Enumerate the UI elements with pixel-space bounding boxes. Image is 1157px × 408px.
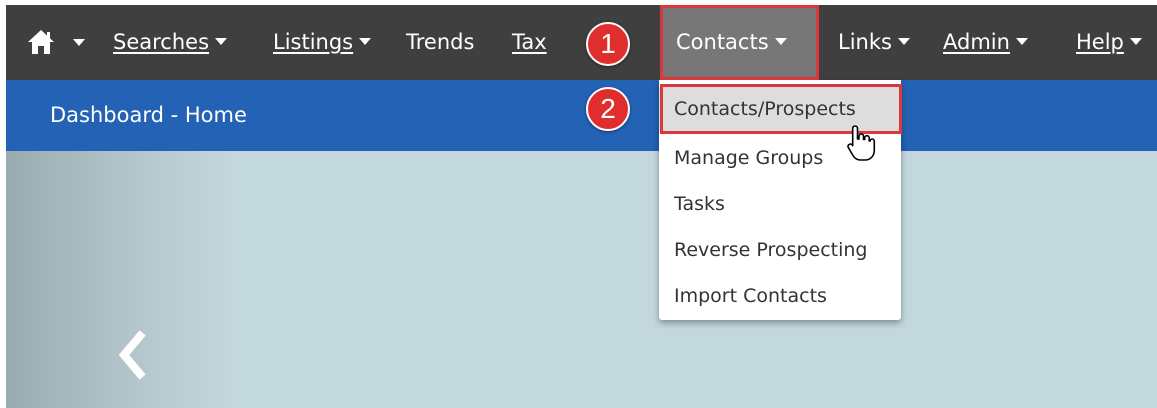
page-banner: Dashboard - Home xyxy=(6,80,1157,151)
caret-down-icon xyxy=(1129,37,1142,45)
app-frame: Searches Listings Trends Tax Contacts Li… xyxy=(6,5,1157,408)
nav-tax-label: Tax xyxy=(512,30,547,54)
nav-admin[interactable]: Admin xyxy=(943,5,1028,80)
caret-down-icon xyxy=(1015,37,1028,45)
top-nav-bar: Searches Listings Trends Tax Contacts Li… xyxy=(6,5,1157,80)
nav-tax[interactable]: Tax xyxy=(512,5,547,80)
nav-trends-label: Trends xyxy=(406,30,475,54)
caret-down-icon xyxy=(897,37,910,45)
hero-carousel xyxy=(6,151,1157,408)
caret-down-icon xyxy=(359,37,372,45)
nav-help-label: Help xyxy=(1076,30,1124,54)
nav-help[interactable]: Help xyxy=(1076,5,1142,80)
page-title: Dashboard - Home xyxy=(50,103,247,127)
home-icon[interactable] xyxy=(26,27,56,57)
menu-item-label: Tasks xyxy=(674,193,725,215)
menu-item-label: Import Contacts xyxy=(674,285,827,307)
nav-trends[interactable]: Trends xyxy=(406,5,474,80)
nav-searches-label: Searches xyxy=(113,30,210,54)
step-1-badge: 1 xyxy=(586,22,630,66)
menu-item-label: Reverse Prospecting xyxy=(674,239,868,261)
nav-links[interactable]: Links xyxy=(838,5,910,80)
menu-item-import-contacts[interactable]: Import Contacts xyxy=(659,274,901,318)
menu-item-reverse-prospecting[interactable]: Reverse Prospecting xyxy=(659,228,901,272)
nav-listings[interactable]: Listings xyxy=(273,5,372,80)
step-2-badge: 2 xyxy=(586,87,630,131)
nav-listings-label: Listings xyxy=(273,30,354,54)
caret-down-icon[interactable] xyxy=(73,39,85,46)
caret-down-icon xyxy=(215,37,228,45)
chevron-left-icon[interactable] xyxy=(114,330,148,380)
nav-admin-label: Admin xyxy=(943,30,1010,54)
callout-highlight-contacts xyxy=(660,5,819,80)
menu-item-label: Manage Groups xyxy=(674,147,824,169)
menu-item-tasks[interactable]: Tasks xyxy=(659,182,901,226)
nav-searches[interactable]: Searches xyxy=(113,5,228,80)
hand-cursor-icon xyxy=(847,125,876,161)
nav-links-label: Links xyxy=(838,30,892,54)
